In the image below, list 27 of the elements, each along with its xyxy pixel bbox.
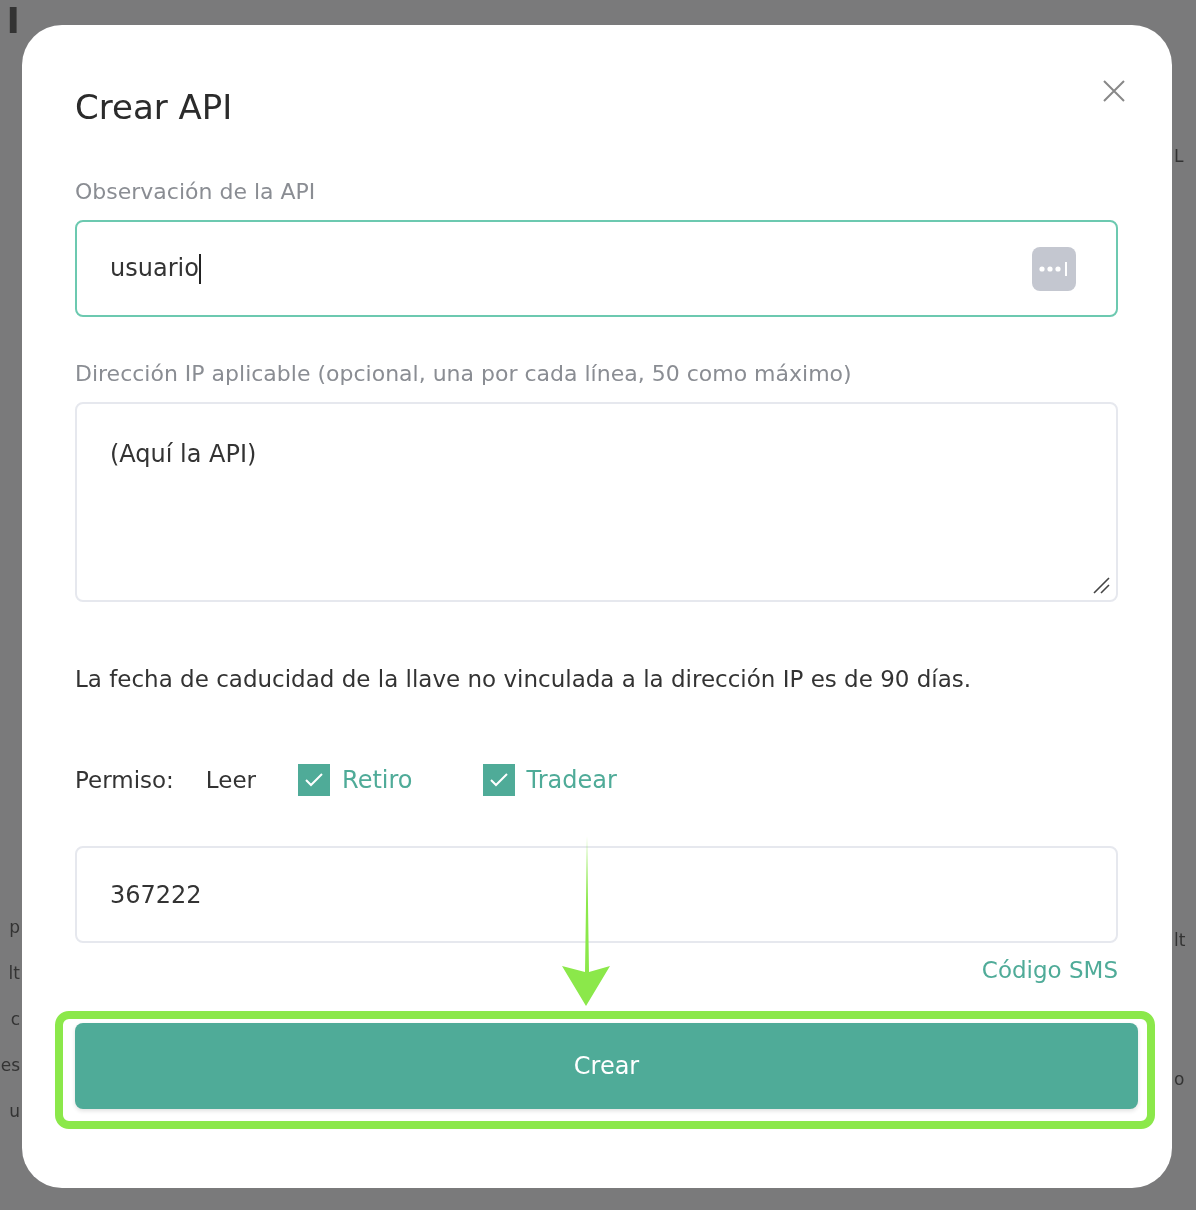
expiry-notice: La fecha de caducidad de la llave no vinculada a la dirección IP es de 90 días. bbox=[75, 666, 973, 692]
background-text: I bbox=[5, 8, 21, 34]
background-text: c bbox=[9, 1008, 21, 1031]
ip-text-area[interactable]: (Aquí la API) bbox=[75, 402, 1118, 602]
permission-text: Leer bbox=[205, 767, 257, 793]
field-label: Dirección IP aplicable (opcional, una por cada línea, 50 como máximo) bbox=[75, 361, 853, 386]
code-input-field[interactable]: 367222 bbox=[75, 846, 1118, 943]
sms-code-link[interactable]: Código SMS bbox=[981, 957, 1118, 983]
background-text: u bbox=[8, 1100, 21, 1123]
background-text: p bbox=[8, 916, 21, 939]
field-label: Observación de la API bbox=[75, 179, 317, 204]
create-button[interactable]: Crear bbox=[75, 1023, 1138, 1109]
permission-label: Permiso: bbox=[75, 767, 174, 793]
background-text: o bbox=[1173, 1068, 1186, 1091]
resize-handle-icon[interactable] bbox=[1092, 576, 1110, 594]
checkbox-icon[interactable] bbox=[482, 764, 515, 796]
permission-checkbox[interactable]: Retiro bbox=[298, 764, 413, 796]
note-input-field[interactable]: usuario bbox=[75, 220, 1118, 317]
checkbox-icon[interactable] bbox=[298, 764, 331, 796]
background-text: lt bbox=[7, 962, 21, 985]
dialog-title: Crear API bbox=[75, 87, 233, 127]
password-dots-icon[interactable] bbox=[1032, 246, 1076, 291]
close-button[interactable] bbox=[1102, 79, 1126, 103]
permission-checkbox[interactable]: Tradear bbox=[482, 764, 617, 796]
background-text: es bbox=[0, 1054, 21, 1077]
background-text: L bbox=[1173, 145, 1185, 168]
background-text: lt bbox=[1173, 929, 1187, 952]
